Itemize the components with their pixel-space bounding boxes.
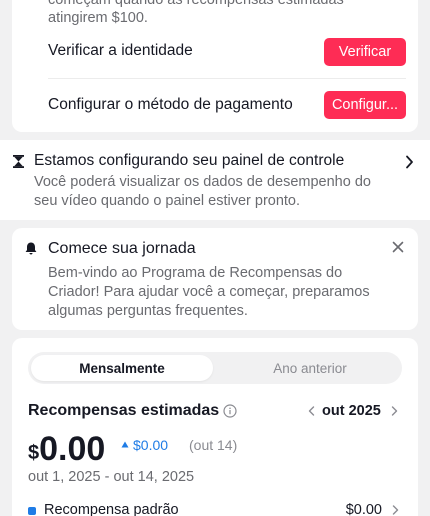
journey-card: Comece sua jornada Bem-vindo ao Programa… — [12, 228, 418, 330]
identity-label: Verificar a identidade — [48, 42, 193, 59]
previous-month-icon[interactable] — [308, 406, 315, 416]
verification-card: começam quando as recompensas estimadas … — [12, 0, 418, 132]
breakdown-label: Recompensa padrão — [44, 502, 179, 516]
rewards-title: Recompensas estimadas — [28, 402, 220, 419]
next-month-icon[interactable] — [391, 406, 398, 416]
date-range: out 1, 2025 - out 14, 2025 — [28, 469, 195, 485]
chevron-right-icon — [406, 155, 413, 169]
rewards-card: Mensalmente Ano anterior Recompensas est… — [12, 338, 418, 516]
intro-text-line2: atingirem $100. — [48, 10, 148, 26]
journey-text-line3: algumas perguntas frequentes. — [48, 303, 248, 319]
divider — [48, 78, 406, 79]
breakdown-row[interactable]: Recompensa padrão $0.00 — [28, 502, 402, 516]
dashboard-setup-banner[interactable]: Estamos configurando seu painel de contr… — [0, 140, 430, 220]
dashboard-banner-line2: seu vídeo quando o painel estiver pronto… — [34, 193, 301, 209]
amount-value: 0.00 — [39, 430, 106, 468]
change-value: $0.00 — [133, 437, 169, 453]
hourglass-icon — [13, 155, 24, 168]
configure-payment-button[interactable]: Configur... — [324, 91, 406, 119]
journey-text-line1: Bem-vindo ao Programa de Recompensas do — [48, 265, 343, 281]
chevron-right-icon — [392, 505, 399, 515]
bell-icon — [25, 242, 37, 255]
dashboard-banner-line1: Você poderá visualizar os dados de desem… — [34, 174, 371, 190]
trend-up-icon — [121, 441, 129, 448]
dashboard-banner-title: Estamos configurando seu painel de contr… — [34, 152, 345, 169]
info-icon[interactable] — [223, 404, 237, 418]
tab-previous-year[interactable]: Ano anterior — [220, 355, 400, 381]
payment-method-label: Configurar o método de pagamento — [48, 96, 293, 113]
journey-text-line2: Criador! Para ajudar você a começar, pre… — [48, 284, 370, 300]
tab-monthly[interactable]: Mensalmente — [31, 355, 213, 381]
intro-text-line1: começam quando as recompensas estimadas — [48, 0, 344, 8]
currency-symbol: $ — [28, 442, 40, 464]
breakdown-value: $0.00 — [345, 502, 382, 516]
legend-marker — [28, 507, 36, 515]
rewards-amount: $ 0.00 — [28, 428, 105, 468]
close-icon[interactable] — [392, 241, 404, 253]
verify-identity-button[interactable]: Verificar — [324, 38, 406, 66]
period-tabs: Mensalmente Ano anterior — [28, 352, 402, 384]
journey-title: Comece sua jornada — [48, 240, 196, 257]
month-selector[interactable]: out 2025 — [322, 403, 381, 419]
change-note: (out 14) — [189, 437, 238, 453]
